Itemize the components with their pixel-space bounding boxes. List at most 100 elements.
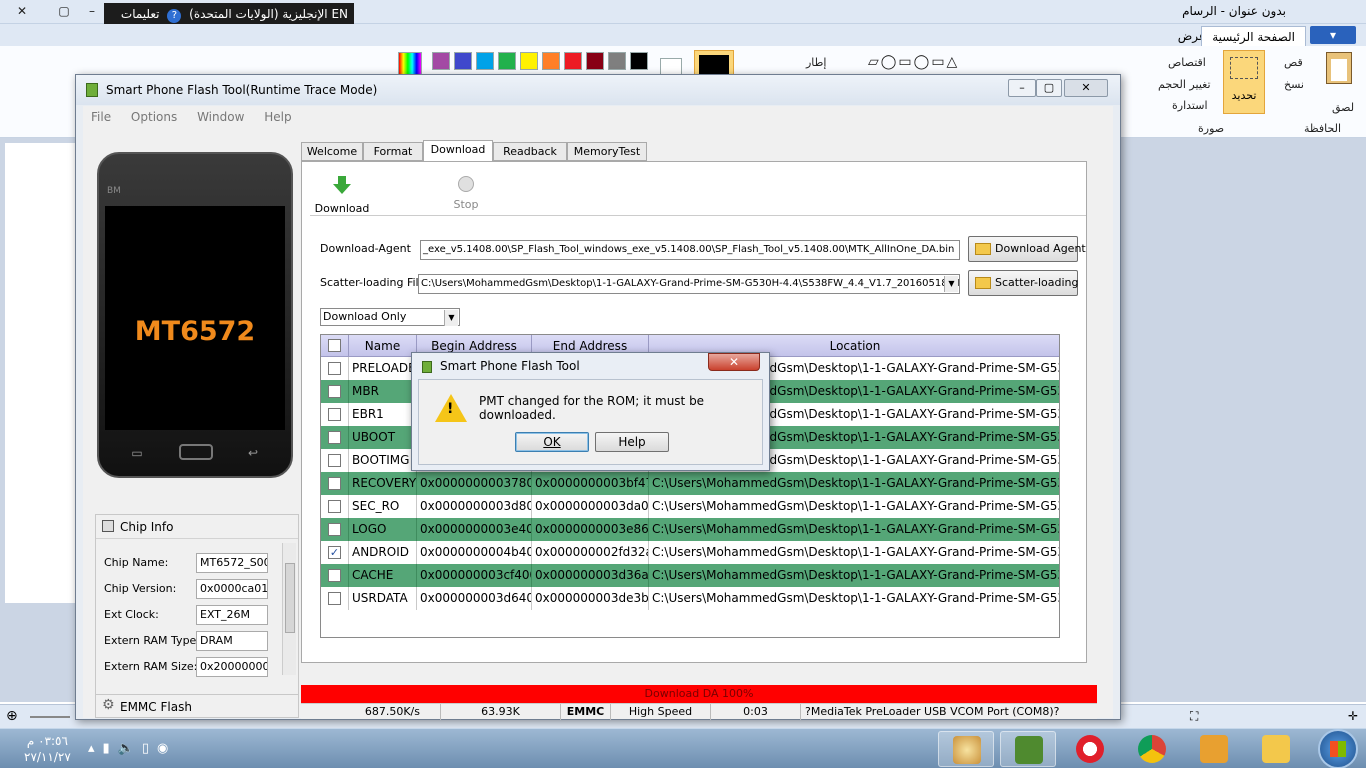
header-name[interactable]: Name <box>349 335 417 357</box>
cut-button[interactable]: قص <box>1284 56 1303 69</box>
tray-clock[interactable]: ٠٣:٥٦ م ٢٧/١١/٢٧ <box>24 733 71 765</box>
tab-memorytest[interactable]: MemoryTest <box>567 142 647 161</box>
cell-loc[interactable]: C:\Users\MohammedGsm\Desktop\1-1-GALAXY-… <box>649 587 1059 610</box>
tab-welcome[interactable]: Welcome <box>301 142 363 161</box>
partition-checkbox[interactable] <box>328 477 341 490</box>
help-button[interactable]: Help <box>595 432 669 452</box>
chip-info-scrollbar[interactable] <box>282 543 296 675</box>
color-swatch[interactable] <box>586 52 604 70</box>
partition-checkbox[interactable] <box>328 569 341 582</box>
download-mode-select[interactable]: Download Only ▼ <box>320 308 460 326</box>
minimize-button[interactable]: – <box>1008 79 1036 97</box>
table-row[interactable]: RECOVERY0x00000000037800000x0000000003bf… <box>321 472 1059 495</box>
taskbar-flash-tool[interactable] <box>1000 731 1056 767</box>
color-swatch[interactable] <box>630 52 648 70</box>
close-button[interactable]: ✕ <box>1064 79 1108 97</box>
ok-button[interactable]: OK <box>515 432 589 452</box>
color-swatch[interactable] <box>564 52 582 70</box>
crop-button[interactable]: اقتصاص <box>1168 56 1206 69</box>
tab-download[interactable]: Download <box>423 140 493 162</box>
color-swatch[interactable] <box>520 52 538 70</box>
chip-info-row: Extern RAM Type: DRAM <box>104 631 274 651</box>
partition-checkbox[interactable] <box>328 385 341 398</box>
cell-loc[interactable]: C:\Users\MohammedGsm\Desktop\1-1-GALAXY-… <box>649 541 1059 564</box>
partition-checkbox[interactable] <box>328 454 341 467</box>
cell-loc[interactable]: C:\Users\MohammedGsm\Desktop\1-1-GALAXY-… <box>649 564 1059 587</box>
taskbar-opera[interactable] <box>1062 731 1118 767</box>
partition-checkbox[interactable] <box>328 592 341 605</box>
taskbar-media-player[interactable] <box>1186 731 1242 767</box>
partition-checkbox[interactable] <box>328 500 341 513</box>
taskbar-chrome[interactable] <box>1124 731 1180 767</box>
start-button[interactable] <box>1318 729 1358 768</box>
cell-begin: 0x000000003cf40000 <box>417 564 532 587</box>
cell-loc[interactable]: C:\Users\MohammedGsm\Desktop\1-1-GALAXY-… <box>649 495 1059 518</box>
taskbar-paint[interactable] <box>938 731 994 767</box>
menu-file[interactable]: File <box>83 106 119 128</box>
paint-minimize-button[interactable]: – <box>80 2 104 20</box>
tab-readback[interactable]: Readback <box>493 142 567 161</box>
paint-file-button[interactable]: ▾ <box>1310 26 1356 44</box>
outline-label[interactable]: إطار <box>806 56 826 69</box>
select-all-checkbox[interactable] <box>328 339 341 352</box>
message-dialog: Smart Phone Flash Tool ✕ ! PMT changed f… <box>411 352 770 471</box>
table-row[interactable]: USRDATA0x000000003d6400000x000000003de3b… <box>321 587 1059 610</box>
color-swatch[interactable] <box>432 52 450 70</box>
shapes-gallery[interactable]: △▭◯▭◯▱ <box>868 54 959 70</box>
help-icon: ? <box>167 9 182 23</box>
color-swatch[interactable] <box>542 52 560 70</box>
partition-checkbox[interactable]: ✓ <box>328 546 341 559</box>
scrollbar-thumb[interactable] <box>285 563 295 633</box>
table-row[interactable]: SEC_RO0x0000000003d800000x0000000003da0f… <box>321 495 1059 518</box>
color-swatch[interactable] <box>476 52 494 70</box>
taskbar-explorer[interactable] <box>1248 731 1304 767</box>
paste-button[interactable]: لصق <box>1332 101 1354 114</box>
download-button[interactable]: Download <box>312 170 372 215</box>
paint-canvas[interactable] <box>5 143 80 603</box>
resize-button[interactable]: تغيير الحجم <box>1158 78 1211 91</box>
cell-name: MBR <box>349 380 417 403</box>
chevron-down-icon[interactable]: ▼ <box>944 276 958 292</box>
maximize-button[interactable]: ▢ <box>1036 79 1062 97</box>
color-swatch[interactable] <box>608 52 626 70</box>
cell-loc[interactable]: C:\Users\MohammedGsm\Desktop\1-1-GALAXY-… <box>649 518 1059 541</box>
menu-help[interactable]: Help <box>256 106 299 128</box>
partition-checkbox[interactable] <box>328 408 341 421</box>
partition-checkbox[interactable] <box>328 431 341 444</box>
table-row[interactable]: CACHE0x000000003cf400000x000000003d36a09… <box>321 564 1059 587</box>
copy-button[interactable]: نسخ <box>1284 78 1304 91</box>
download-agent-button[interactable]: Download Agent <box>968 236 1086 262</box>
cell-loc[interactable]: C:\Users\MohammedGsm\Desktop\1-1-GALAXY-… <box>649 472 1059 495</box>
dialog-message: PMT changed for the ROM; it must be down… <box>479 394 705 422</box>
zoom-slider[interactable] <box>30 716 70 718</box>
dialog-close-button[interactable]: ✕ <box>708 353 760 371</box>
paint-close-button[interactable]: ✕ <box>10 2 34 20</box>
zoom-in-icon[interactable]: ⊕ <box>6 708 18 724</box>
table-row[interactable]: LOGO0x0000000003e400000x0000000003e866f5… <box>321 518 1059 541</box>
stop-button[interactable]: Stop <box>436 170 496 211</box>
rotate-button[interactable]: استدارة <box>1172 99 1208 112</box>
partition-checkbox[interactable] <box>328 362 341 375</box>
checkbox-cell: ✓ <box>321 541 349 564</box>
partition-checkbox[interactable] <box>328 523 341 536</box>
tab-format[interactable]: Format <box>363 142 423 161</box>
color-swatch[interactable] <box>498 52 516 70</box>
select-button[interactable]: تحديد <box>1223 50 1265 114</box>
header-checkbox-cell <box>321 335 349 357</box>
edit-colors-icon[interactable] <box>398 52 422 76</box>
menu-options[interactable]: Options <box>123 106 185 128</box>
paste-icon[interactable] <box>1326 52 1352 84</box>
table-row[interactable]: ✓ ANDROID0x0000000004b400000x000000002fd3… <box>321 541 1059 564</box>
tab-home[interactable]: الصفحة الرئيسية <box>1201 26 1306 46</box>
download-agent-path[interactable]: _exe_v5.1408.00\SP_Flash_Tool_windows_ex… <box>420 240 960 260</box>
language-bar[interactable]: EN الإنجليزية (الولايات المتحدة) ? تعليم… <box>104 3 354 25</box>
chevron-down-icon[interactable]: ▼ <box>444 310 458 326</box>
scatter-path-combo[interactable]: C:\Users\MohammedGsm\Desktop\1-1-GALAXY-… <box>418 274 960 294</box>
paint-maximize-button[interactable]: ▢ <box>52 2 76 20</box>
emmc-flash-panel[interactable]: ⚙ EMMC Flash <box>95 694 299 718</box>
color-swatch[interactable] <box>454 52 472 70</box>
menu-window[interactable]: Window <box>189 106 252 128</box>
scatter-loading-button[interactable]: Scatter-loading <box>968 270 1078 296</box>
chip-info-header[interactable]: Chip Info <box>96 515 298 539</box>
tray-icons[interactable]: ▴▮🔈▯◉ <box>88 741 176 756</box>
